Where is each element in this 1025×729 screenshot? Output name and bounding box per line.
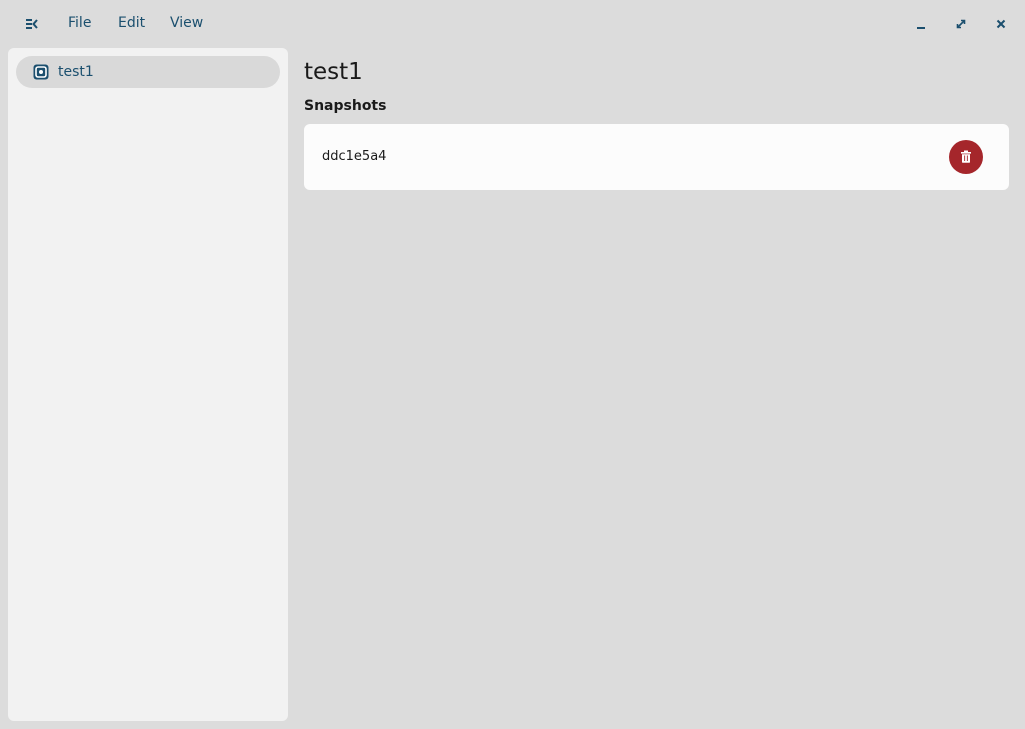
snapshots-heading: Snapshots [304, 98, 387, 114]
maximize-button[interactable] [949, 12, 973, 36]
menu-edit[interactable]: Edit [118, 13, 145, 33]
minimize-icon [915, 15, 927, 34]
trash-icon [960, 148, 972, 167]
sidebar-toggle-icon [25, 15, 39, 34]
sidebar-item-label: test1 [58, 64, 94, 80]
close-icon [995, 15, 1007, 34]
disk-icon [33, 64, 49, 80]
snapshot-name: ddc1e5a4 [322, 149, 387, 164]
sidebar: test1 [8, 48, 288, 721]
page-title: test1 [304, 59, 363, 85]
delete-snapshot-button[interactable] [949, 140, 983, 174]
menu-file[interactable]: File [68, 13, 91, 33]
menu-view[interactable]: View [170, 13, 203, 33]
snapshot-row: ddc1e5a4 [304, 124, 1009, 190]
title-bar: File Edit View [0, 0, 1025, 46]
sidebar-toggle-button[interactable] [20, 12, 44, 36]
maximize-icon [955, 15, 967, 34]
sidebar-item-test1[interactable]: test1 [16, 56, 280, 88]
minimize-button[interactable] [909, 12, 933, 36]
close-button[interactable] [989, 12, 1013, 36]
